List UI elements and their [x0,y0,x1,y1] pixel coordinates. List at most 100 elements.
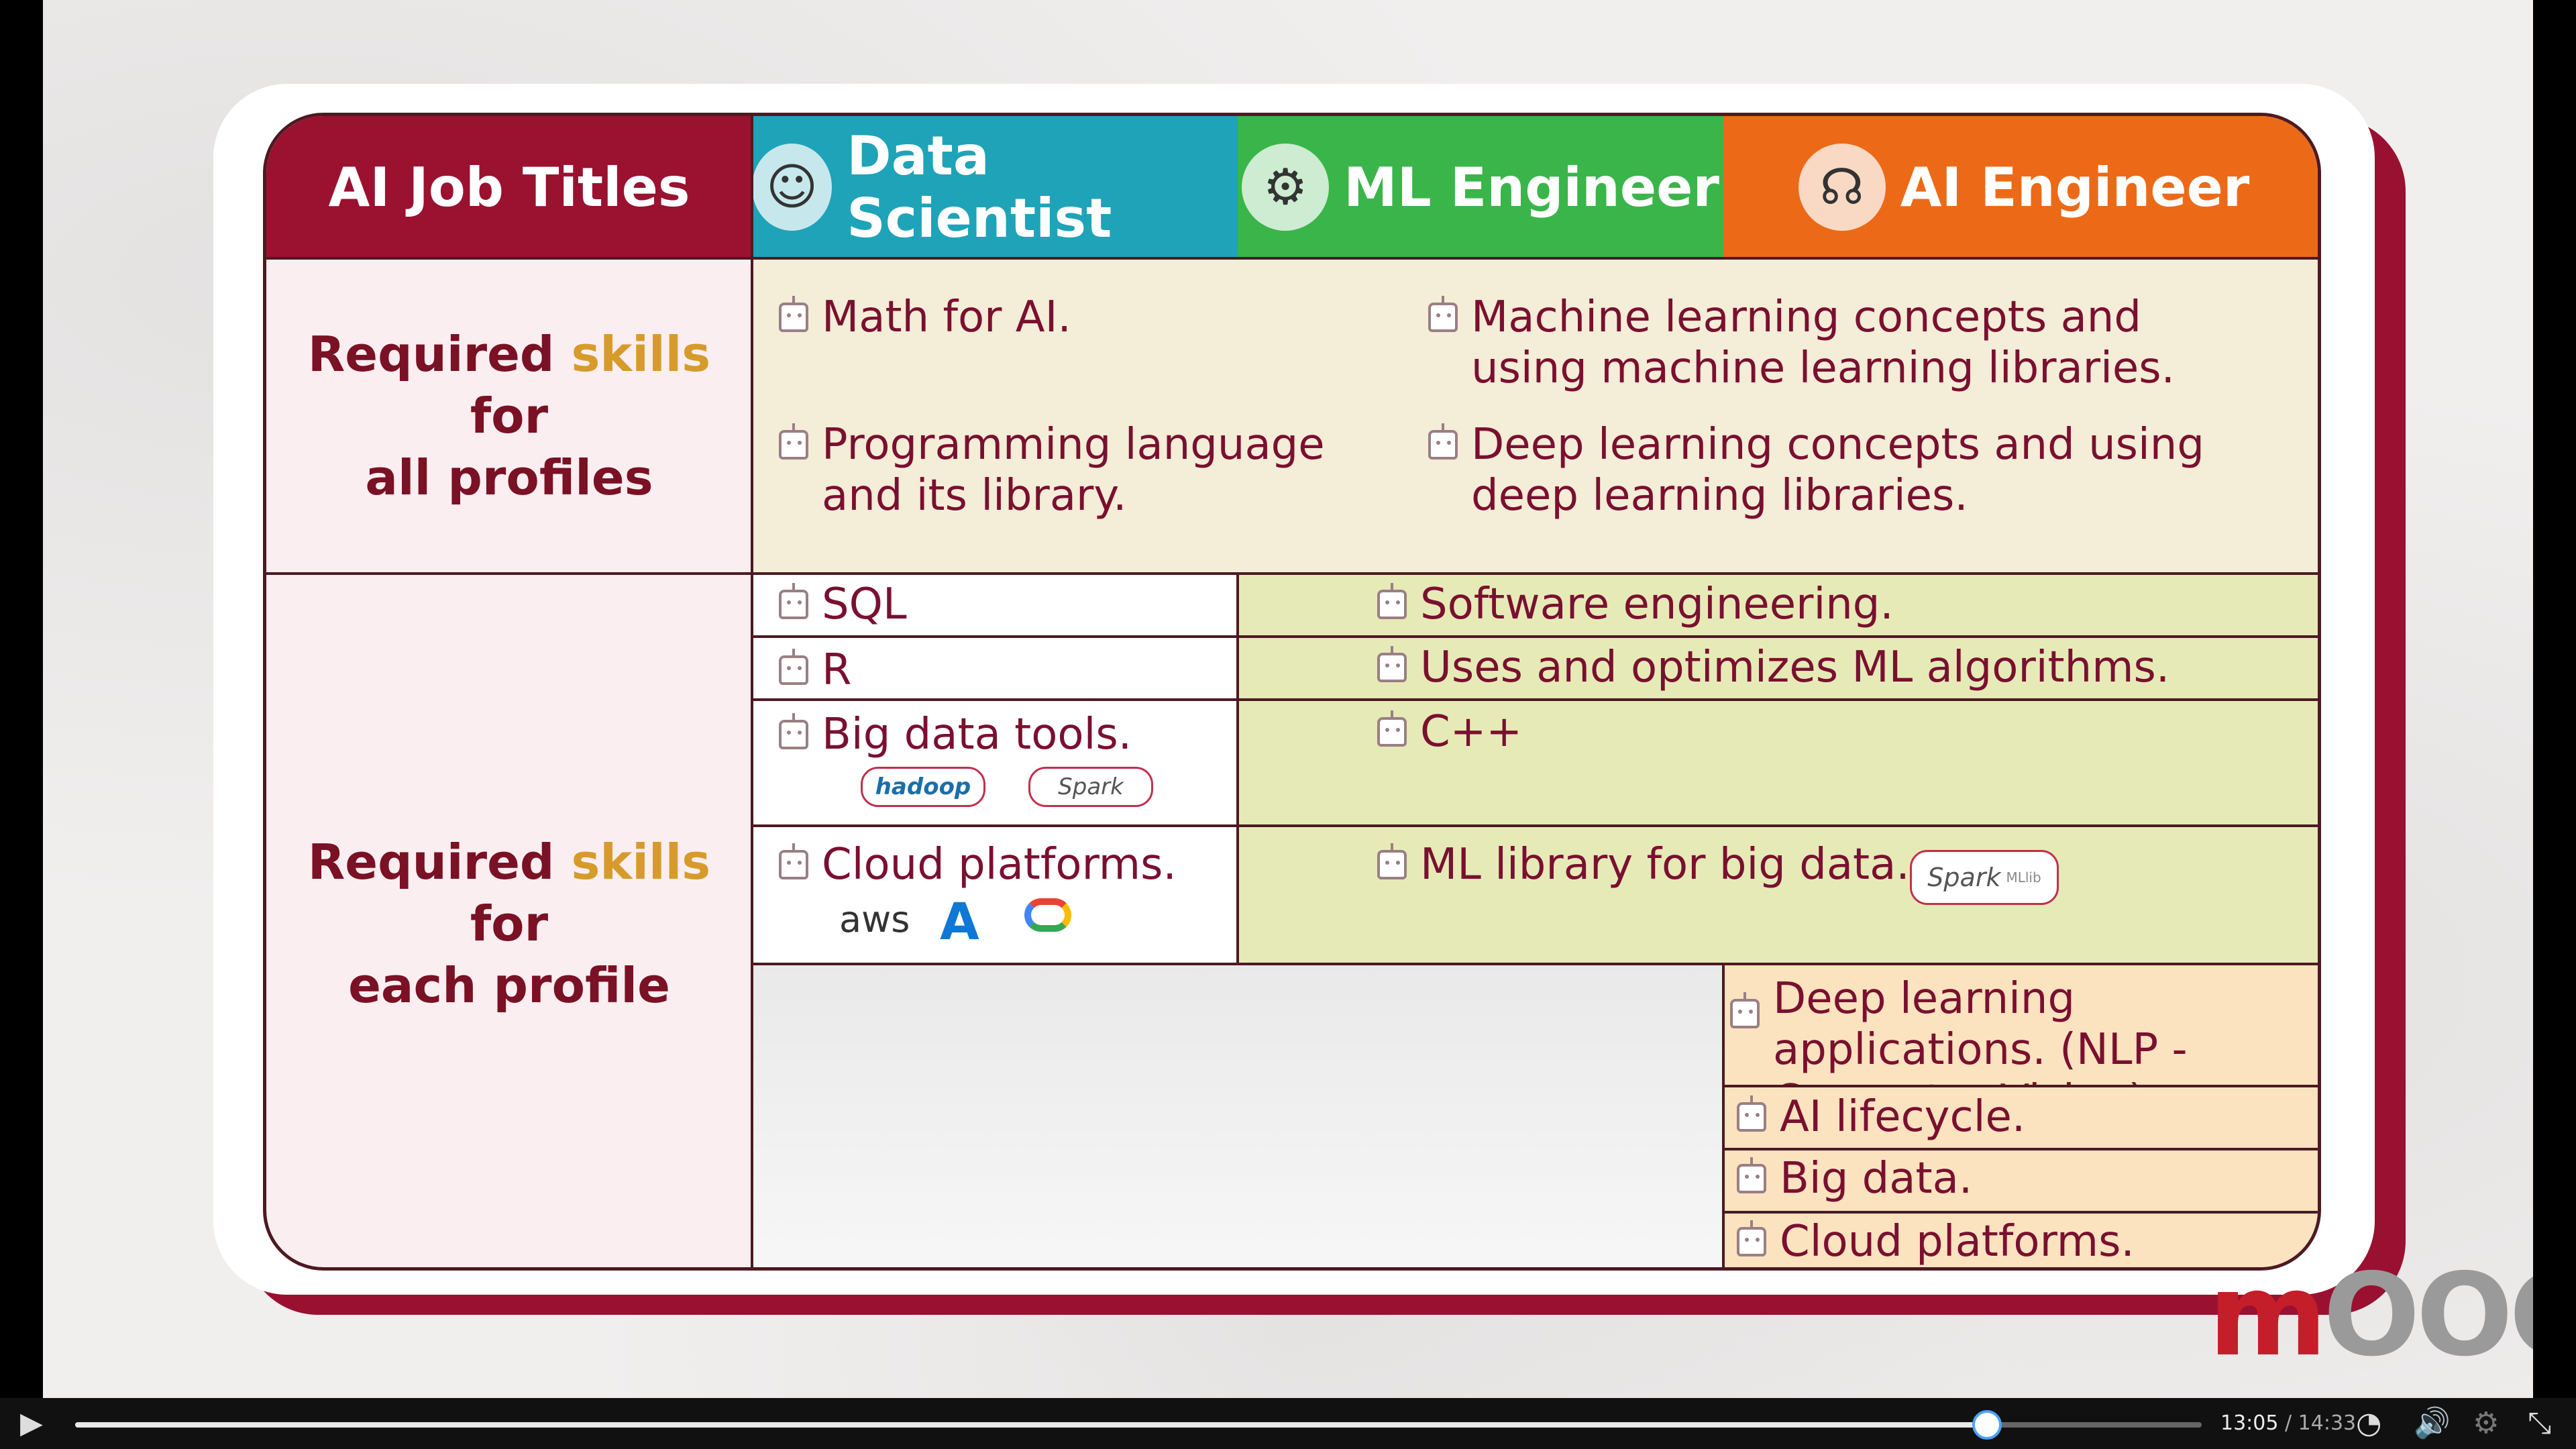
item-text: Big data. [1780,1154,1973,1203]
item-text: ML library for big data. [1420,840,1910,890]
row-all-label-c: all profiles [365,449,653,506]
robot-icon [1737,1220,1766,1256]
divider [752,824,2318,827]
divider [1723,1085,2318,1087]
robot-icon [1730,992,1760,1028]
divider [1722,964,1725,1267]
ds-cell-big-data: Big data tools. hadoop Spark [752,700,1238,826]
ml-cell-cpp: C++ [1238,700,2318,826]
header-ai-engineer-label: AI Engineer [1900,156,2250,219]
row-all-label-b: for [470,388,549,444]
ai-engineer-icon: ☊ [1798,144,1886,231]
gear-icon[interactable]: ⚙ [2473,1407,2499,1440]
robot-icon [779,713,808,749]
divider [266,257,2318,260]
ai-cell-big-data: Big data. [1723,1149,2318,1212]
job-titles-table: AI Job Titles ☺ Data Scientist ⚙ ML Engi… [263,113,2321,1271]
data-scientist-icon: ☺ [752,144,833,231]
list-item: Uses and optimizes ML algorithms. [1377,642,2169,693]
item-text: AI lifecycle. [1780,1092,2026,1142]
robot-icon [779,843,808,879]
header-ai-engineer: ☊ AI Engineer [1723,116,2318,258]
item-text: Programming language and its library. [822,420,1325,521]
divider [1723,1148,2318,1150]
spark-logo: Spark [1028,767,1153,807]
ds-cell-r: R [752,637,1238,700]
list-item: AI lifecycle. [1737,1091,2025,1142]
item-text: Software engineering. [1420,580,1894,629]
list-item: Cloud platforms. [779,839,1177,890]
progress-fill [75,1422,1987,1428]
item-text: SQL [822,580,907,629]
watermark-rest: OOCA [2323,1249,2533,1382]
header-titles-label: AI Job Titles [328,156,690,219]
robot-icon [779,423,808,460]
row-each-label-gold: skills [571,834,711,890]
list-item: Big data tools. [779,709,1132,760]
list-item: Software engineering. [1377,579,1894,630]
spark-text: Spark [1927,863,2001,892]
progress-handle[interactable] [1972,1410,2002,1440]
speed-icon[interactable]: ◔ [2356,1407,2381,1440]
ds-cell-sql: SQL [752,574,1238,637]
divider [751,116,753,1267]
list-item: Cloud platforms. [1737,1216,2135,1267]
header-data-scientist: ☺ Data Scientist [752,116,1238,258]
azure-logo: A [940,892,979,951]
list-item: ML library for big data. [1377,839,1910,890]
item-text: Cloud platforms. [822,840,1177,890]
watermark-m: m [2208,1249,2327,1382]
list-item: C++ [1377,706,1522,757]
robot-icon [779,583,808,619]
robot-icon [779,296,808,332]
header-ml-engineer-label: ML Engineer [1344,156,1719,219]
current-time: 13:05 [2220,1411,2279,1435]
video-frame: AI Job Titles ☺ Data Scientist ⚙ ML Engi… [43,0,2533,1398]
list-item: SQL [779,579,907,630]
ai-cell-lifecycle: AI lifecycle. [1723,1086,2318,1149]
exit-fullscreen-icon[interactable]: ⤡ [2528,1407,2551,1440]
item-text: R [822,645,852,695]
divider [752,698,2318,701]
ai-cell-deep-learning: Deep learning applications. (NLP - Compu… [1723,964,2318,1126]
divider [752,635,2318,638]
time-separator: / [2278,1411,2298,1435]
list-item: Deep learning concepts and using deep le… [1428,419,2220,521]
row-all-content: Math for AI. Programming language and it… [752,258,2318,574]
item-text: Big data tools. [822,710,1132,759]
divider [266,572,2318,575]
empty-area [752,964,1723,1267]
robot-icon [779,649,808,685]
list-item: Programming language and its library. [779,419,1383,521]
header-titles: AI Job Titles [266,116,752,258]
list-item: Math for AI. [779,292,1383,343]
divider [1723,1211,2318,1214]
row-each-label-b: for [470,896,549,952]
row-each-label-c: each profile [348,957,670,1014]
duration: 14:33 [2298,1411,2357,1435]
robot-icon [1428,296,1458,332]
item-text: Machine learning concepts and using mach… [1471,292,2175,393]
list-item: Machine learning concepts and using mach… [1428,292,2220,394]
item-text: Cloud platforms. [1780,1217,2135,1267]
time-display: 13:05 / 14:33 [2220,1411,2356,1435]
progress-bar[interactable] [75,1410,2202,1440]
robot-icon [1377,583,1407,619]
robot-icon [1377,843,1407,879]
row-all-label: Required skills for all profiles [266,258,752,574]
ml-cell-mllib: ML library for big data. Spark MLlib [1238,826,2318,964]
mllib-text: MLlib [2006,869,2041,885]
robot-icon [1428,423,1458,460]
row-all-label-a: Required [307,326,572,382]
ds-cell-cloud: Cloud platforms. aws A [752,826,1238,964]
item-text: C++ [1420,707,1522,757]
ml-engineer-icon: ⚙ [1242,144,1330,231]
item-text: Math for AI. [822,292,1071,342]
header-data-scientist-label: Data Scientist [847,125,1112,250]
robot-icon [1737,1095,1766,1132]
row-each-label: Required skills for each profile [266,574,752,1267]
volume-icon[interactable]: 🔊 [2414,1407,2451,1440]
play-icon[interactable]: ▶ [20,1407,43,1440]
robot-icon [1377,710,1407,747]
list-item: Big data. [1737,1153,1972,1204]
